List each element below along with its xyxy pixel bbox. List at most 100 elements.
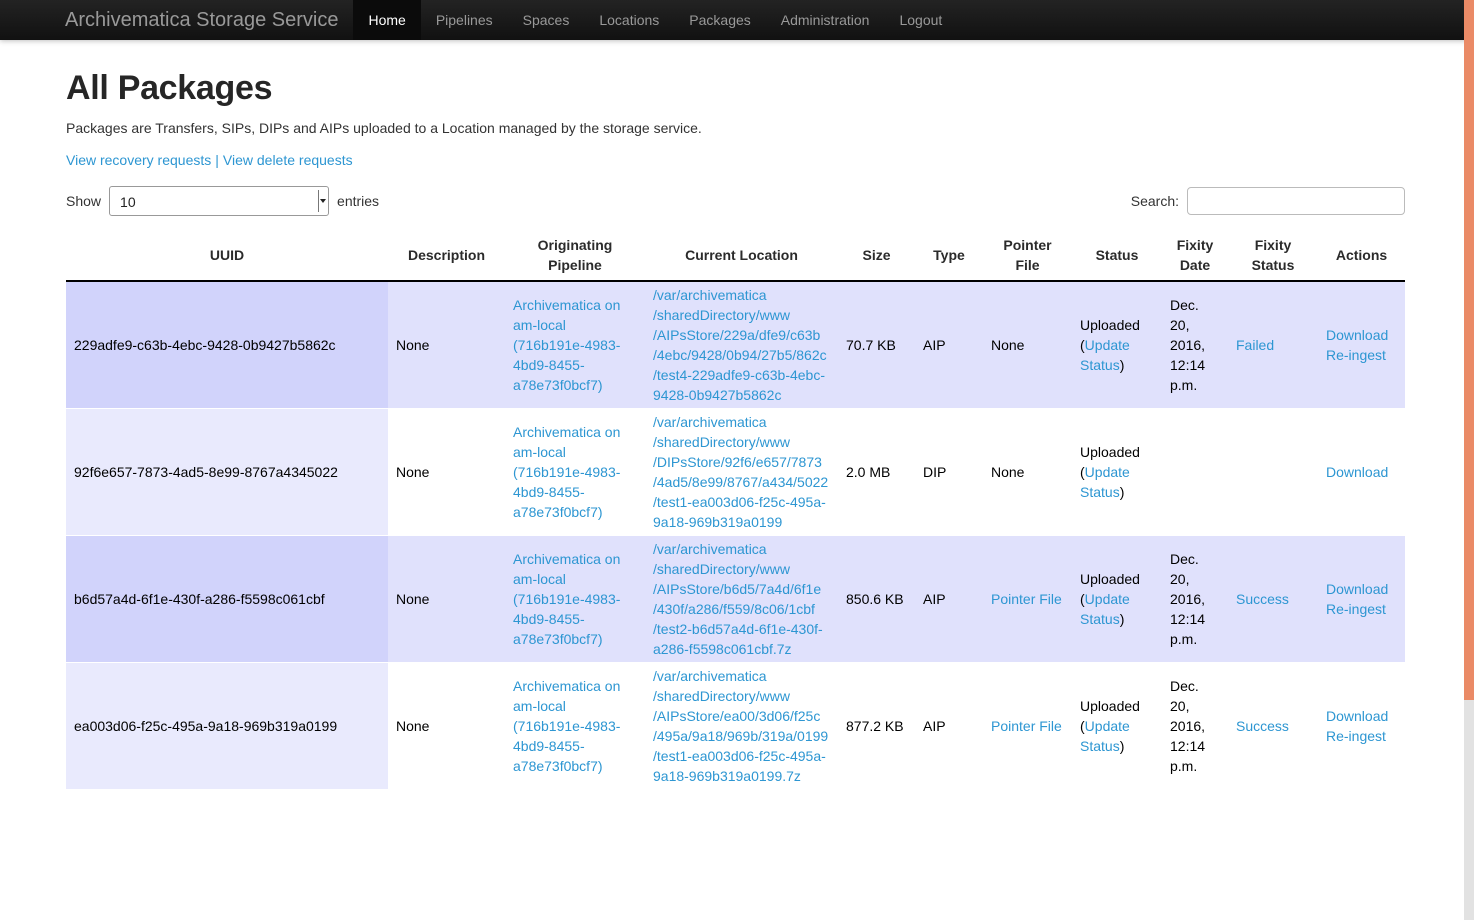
- column-header-description[interactable]: Description: [388, 230, 505, 281]
- cell-actions: Download Re-ingest: [1318, 281, 1405, 409]
- links-separator: |: [215, 152, 219, 168]
- cell-fixity-date: Dec. 20, 2016, 12:14 p.m.: [1162, 536, 1228, 663]
- select-divider: [318, 190, 319, 212]
- location-link[interactable]: ​/var​/archivematica​/sharedDirectory​/w…: [653, 287, 827, 403]
- table-controls: Show 10 entries Search:: [66, 186, 1405, 216]
- cell-size: 877.2 KB: [838, 663, 915, 790]
- pipeline-link[interactable]: Archivematica on am-local (716b191e-4983…: [513, 424, 620, 520]
- view-recovery-requests-link[interactable]: View recovery requests: [66, 152, 211, 168]
- pipeline-link[interactable]: Archivematica on am-local (716b191e-4983…: [513, 678, 620, 774]
- nav-item-logout[interactable]: Logout: [884, 0, 957, 40]
- fixity-status-link[interactable]: Failed: [1236, 337, 1274, 353]
- column-header-status[interactable]: Status: [1072, 230, 1162, 281]
- location-link[interactable]: ​/var​/archivematica​/sharedDirectory​/w…: [653, 541, 823, 657]
- table-row: b6d57a4d-6f1e-430f-a286-f5598c061cbfNone…: [66, 536, 1405, 663]
- cell-pointer-file: Pointer File: [983, 663, 1072, 790]
- cell-current-location: ​/var​/archivematica​/sharedDirectory​/w…: [645, 281, 838, 409]
- pointer-file-link[interactable]: Pointer File: [991, 718, 1062, 734]
- cell-actions: Download Re-ingest: [1318, 536, 1405, 663]
- column-header-current-location[interactable]: Current Location: [645, 230, 838, 281]
- cell-status: Uploaded (Update Status): [1072, 663, 1162, 790]
- page-size-value: 10: [120, 194, 136, 210]
- status-text: ): [1120, 357, 1125, 373]
- fixity-status-link[interactable]: Success: [1236, 718, 1289, 734]
- cell-uuid: 92f6e657-7873-4ad5-8e99-8767a4345022: [66, 409, 388, 536]
- download-link[interactable]: Download: [1326, 581, 1388, 597]
- cell-status: Uploaded (Update Status): [1072, 409, 1162, 536]
- cell-size: 850.6 KB: [838, 536, 915, 663]
- download-link[interactable]: Download: [1326, 708, 1388, 724]
- table-header-row: UUIDDescriptionOriginating PipelineCurre…: [66, 230, 1405, 281]
- column-header-pointer-file[interactable]: Pointer File: [983, 230, 1072, 281]
- column-header-actions[interactable]: Actions: [1318, 230, 1405, 281]
- column-header-fixity-status[interactable]: Fixity Status: [1228, 230, 1318, 281]
- cell-fixity-status: [1228, 409, 1318, 536]
- request-links: View recovery requests|View delete reque…: [66, 150, 1405, 170]
- nav-item-pipelines[interactable]: Pipelines: [421, 0, 508, 40]
- top-navbar: Archivematica Storage Service HomePipeli…: [0, 0, 1474, 40]
- cell-pointer-file: Pointer File: [983, 536, 1072, 663]
- main-content: All Packages Packages are Transfers, SIP…: [66, 68, 1405, 790]
- fixity-status-link[interactable]: Success: [1236, 591, 1289, 607]
- nav-item-packages[interactable]: Packages: [674, 0, 765, 40]
- cell-description: None: [388, 409, 505, 536]
- column-header-originating-pipeline[interactable]: Originating Pipeline: [505, 230, 645, 281]
- download-link[interactable]: Download: [1326, 327, 1388, 343]
- cell-fixity-date: Dec. 20, 2016, 12:14 p.m.: [1162, 281, 1228, 409]
- cell-uuid: b6d57a4d-6f1e-430f-a286-f5598c061cbf: [66, 536, 388, 663]
- download-link[interactable]: Download: [1326, 464, 1388, 480]
- column-header-type[interactable]: Type: [915, 230, 983, 281]
- cell-description: None: [388, 536, 505, 663]
- page-description: Packages are Transfers, SIPs, DIPs and A…: [66, 118, 1405, 138]
- status-text: ): [1120, 484, 1125, 500]
- cell-pointer-file: None: [983, 281, 1072, 409]
- cell-originating-pipeline: Archivematica on am-local (716b191e-4983…: [505, 409, 645, 536]
- re-ingest-link[interactable]: Re-ingest: [1326, 601, 1386, 617]
- re-ingest-link[interactable]: Re-ingest: [1326, 347, 1386, 363]
- view-delete-requests-link[interactable]: View delete requests: [223, 152, 353, 168]
- search-input[interactable]: [1187, 187, 1405, 215]
- cell-description: None: [388, 663, 505, 790]
- column-header-uuid[interactable]: UUID: [66, 230, 388, 281]
- cell-status: Uploaded (Update Status): [1072, 281, 1162, 409]
- cell-type: DIP: [915, 409, 983, 536]
- scrollbar[interactable]: [1464, 0, 1474, 920]
- column-header-fixity-date[interactable]: Fixity Date: [1162, 230, 1228, 281]
- cell-description: None: [388, 281, 505, 409]
- re-ingest-link[interactable]: Re-ingest: [1326, 728, 1386, 744]
- show-label: Show: [66, 191, 101, 211]
- cell-fixity-status: Failed: [1228, 281, 1318, 409]
- pointer-file-link[interactable]: Pointer File: [991, 591, 1062, 607]
- cell-size: 70.7 KB: [838, 281, 915, 409]
- chevron-down-icon: [320, 199, 326, 203]
- pipeline-link[interactable]: Archivematica on am-local (716b191e-4983…: [513, 551, 620, 647]
- cell-originating-pipeline: Archivematica on am-local (716b191e-4983…: [505, 536, 645, 663]
- cell-fixity-status: Success: [1228, 663, 1318, 790]
- location-link[interactable]: ​/var​/archivematica​/sharedDirectory​/w…: [653, 414, 828, 530]
- entries-label: entries: [337, 191, 379, 211]
- cell-actions: Download: [1318, 409, 1405, 536]
- nav-item-administration[interactable]: Administration: [766, 0, 885, 40]
- search-control: Search:: [1131, 187, 1405, 215]
- cell-current-location: ​/var​/archivematica​/sharedDirectory​/w…: [645, 663, 838, 790]
- packages-table: UUIDDescriptionOriginating PipelineCurre…: [66, 230, 1405, 790]
- column-header-size[interactable]: Size: [838, 230, 915, 281]
- cell-size: 2.0 MB: [838, 409, 915, 536]
- scrollbar-thumb[interactable]: [1464, 0, 1474, 700]
- cell-originating-pipeline: Archivematica on am-local (716b191e-4983…: [505, 281, 645, 409]
- table-row: 92f6e657-7873-4ad5-8e99-8767a4345022None…: [66, 409, 1405, 536]
- table-head: UUIDDescriptionOriginating PipelineCurre…: [66, 230, 1405, 281]
- nav-item-spaces[interactable]: Spaces: [508, 0, 585, 40]
- cell-type: AIP: [915, 536, 983, 663]
- page-size-select[interactable]: 10: [109, 186, 329, 216]
- cell-fixity-date: [1162, 409, 1228, 536]
- cell-fixity-status: Success: [1228, 536, 1318, 663]
- pipeline-link[interactable]: Archivematica on am-local (716b191e-4983…: [513, 297, 620, 393]
- nav-item-home[interactable]: Home: [353, 0, 420, 40]
- nav-item-locations[interactable]: Locations: [584, 0, 674, 40]
- cell-current-location: ​/var​/archivematica​/sharedDirectory​/w…: [645, 409, 838, 536]
- cell-pointer-file: None: [983, 409, 1072, 536]
- location-link[interactable]: ​/var​/archivematica​/sharedDirectory​/w…: [653, 668, 828, 784]
- status-text: ): [1120, 611, 1125, 627]
- cell-uuid: 229adfe9-c63b-4ebc-9428-0b9427b5862c: [66, 281, 388, 409]
